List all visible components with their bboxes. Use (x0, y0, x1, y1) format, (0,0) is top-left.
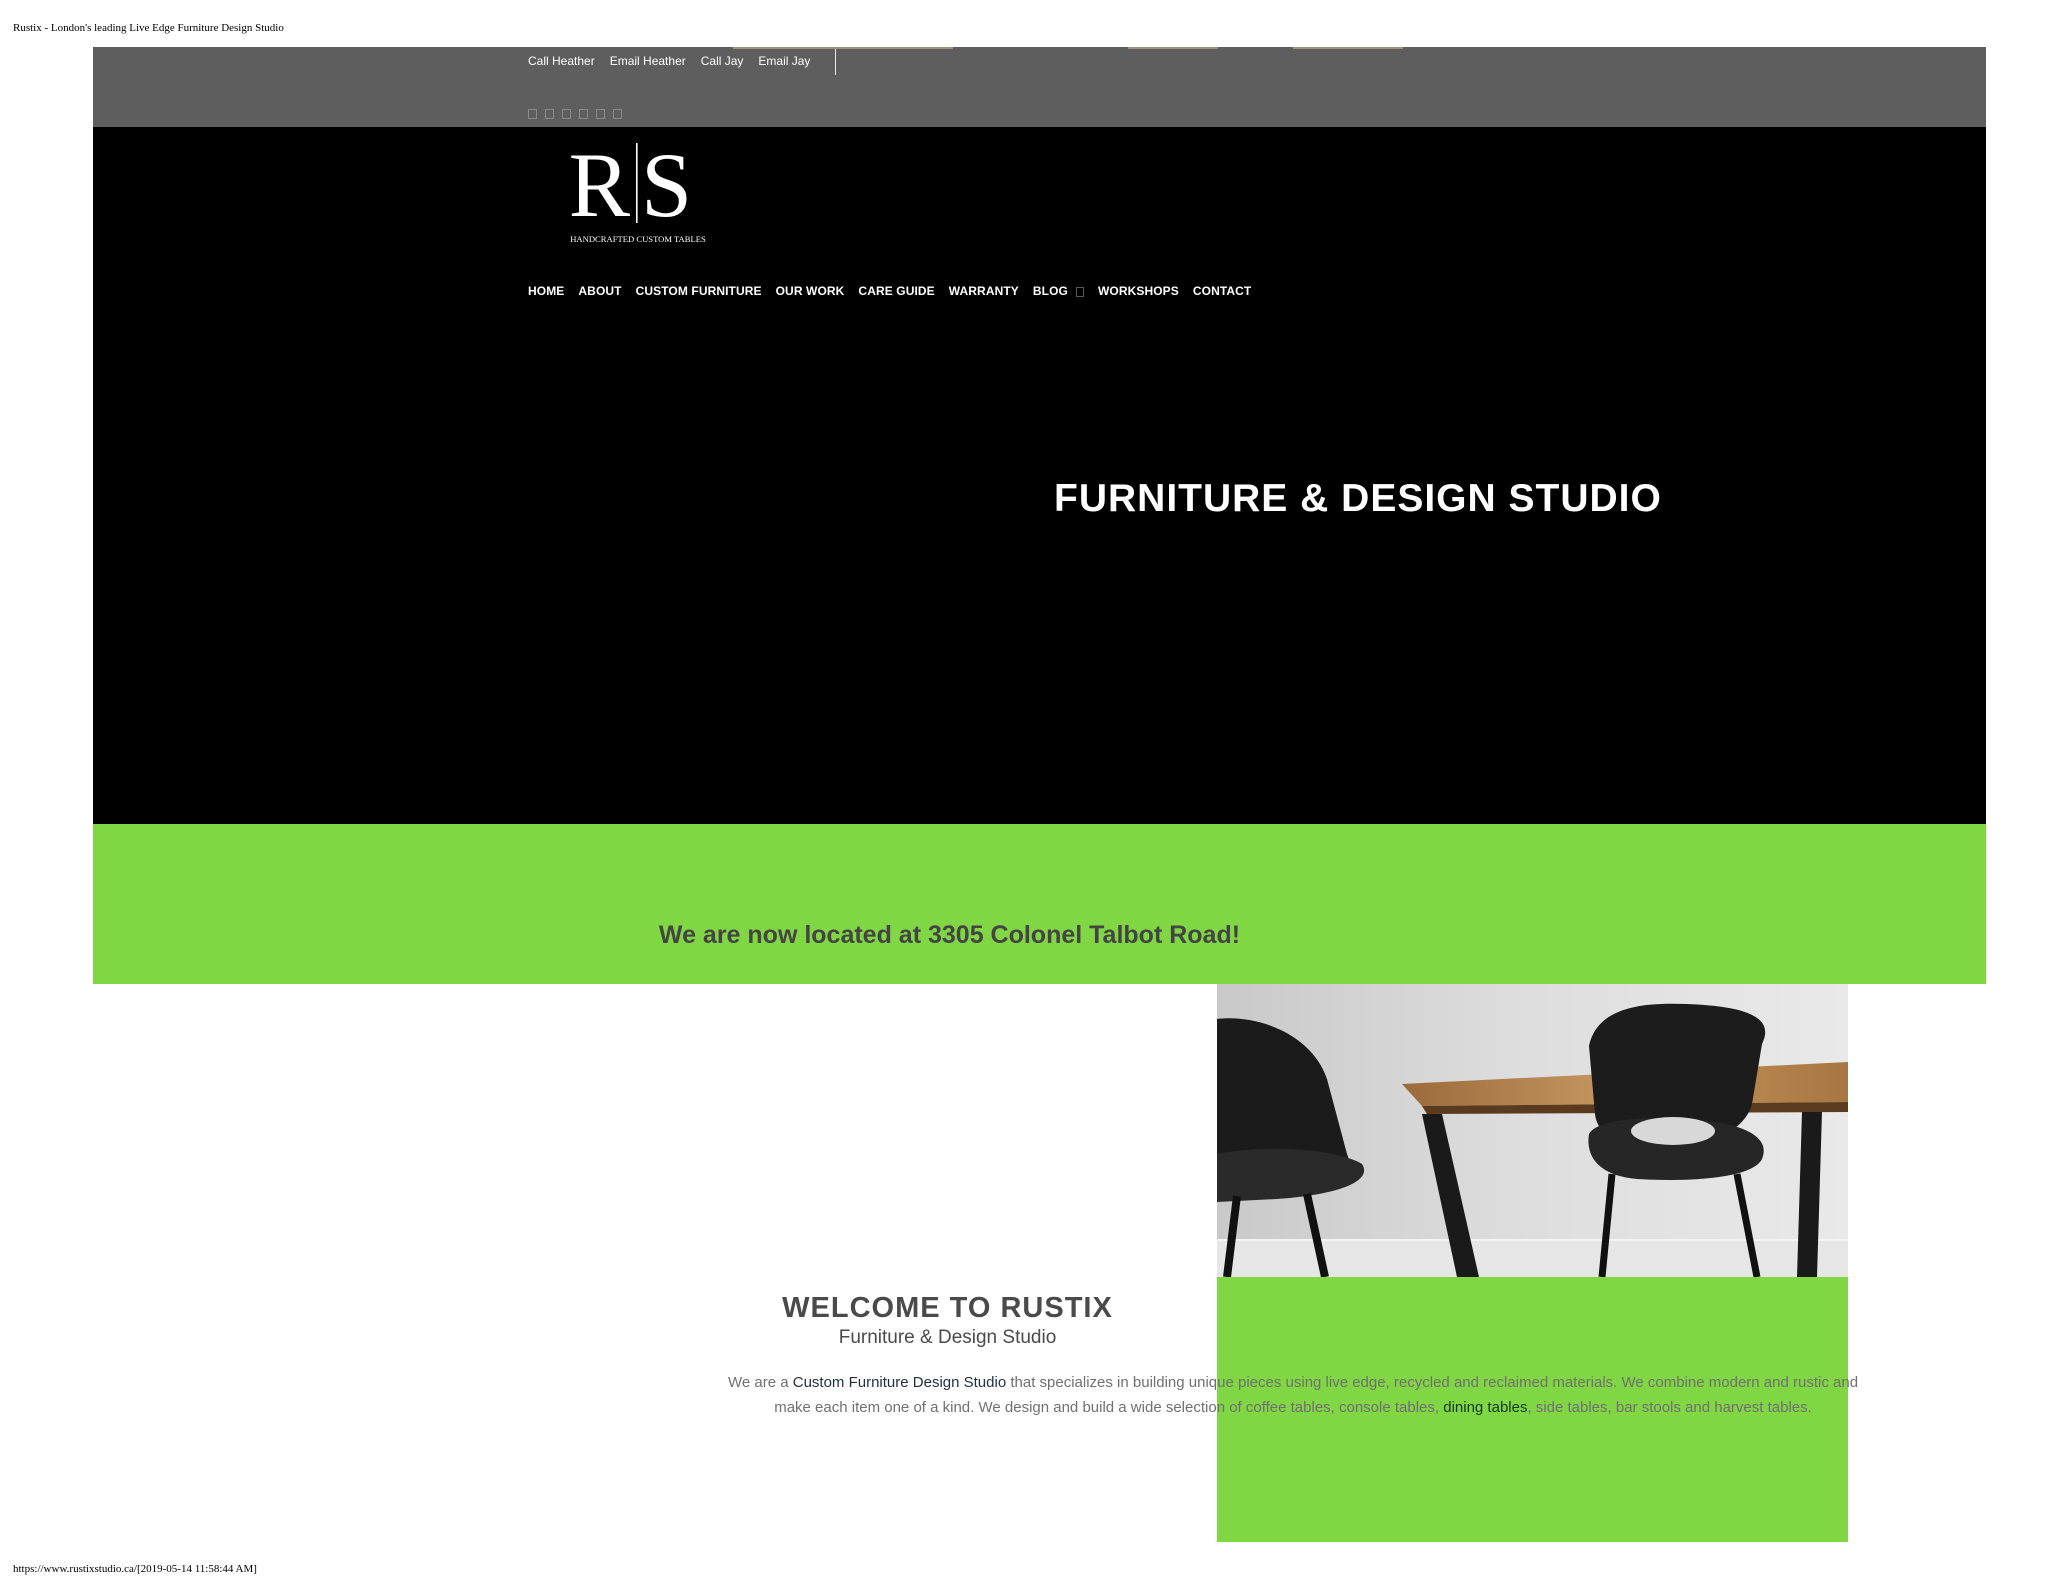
welcome-subtitle: Furniture & Design Studio (838, 1327, 1057, 1348)
nav-blog[interactable]: BLOG (1033, 284, 1068, 298)
social-icon[interactable] (579, 109, 588, 119)
top-bar: Call Heather Email Heather Call Jay Emai… (93, 47, 1986, 127)
logo-tagline: HANDCRAFTED CUSTOM TABLES (570, 234, 706, 244)
nav-our-work[interactable]: OUR WORK (776, 284, 845, 298)
nav-warranty[interactable]: WARRANTY (949, 284, 1019, 298)
location-announcement: We are now located at 3305 Colonel Talbo… (658, 921, 1241, 949)
rustix-logo[interactable]: R S HANDCRAFTED CUSTOM TABLES (548, 131, 728, 251)
contact-links: Call Heather Email Heather Call Jay Emai… (528, 54, 810, 68)
dining-tables-link[interactable]: dining tables (1443, 1399, 1527, 1416)
social-icon[interactable] (596, 109, 605, 119)
custom-furniture-link[interactable]: Custom Furniture Design Studio (793, 1374, 1006, 1391)
welcome-title: WELCOME TO RUSTIX (782, 1292, 1113, 1324)
document-footer: https://www.rustixstudio.ca/[2019-05-14 … (13, 1563, 257, 1575)
social-icon[interactable] (528, 109, 537, 119)
intro-paragraph: We are a Custom Furniture Design Studio … (713, 1370, 1873, 1420)
nav-custom-furniture[interactable]: CUSTOM FURNITURE (636, 284, 762, 298)
nav-contact[interactable]: CONTACT (1193, 284, 1251, 298)
social-icon[interactable] (613, 109, 622, 119)
email-jay-link[interactable]: Email Jay (758, 54, 810, 68)
nav-about[interactable]: ABOUT (578, 284, 621, 298)
lamp-edge (733, 47, 953, 49)
intro-text: , side tables, bar stools and harvest ta… (1527, 1399, 1812, 1416)
welcome-section: WELCOME TO RUSTIX Furniture & Design Stu… (93, 1292, 1986, 1349)
nav-home[interactable]: HOME (528, 284, 564, 298)
svg-text:S: S (641, 134, 692, 236)
nav-workshops[interactable]: WORKSHOPS (1098, 284, 1179, 298)
main-navigation: HOME ABOUT CUSTOM FURNITURE OUR WORK CAR… (528, 284, 1251, 298)
hero-title: FURNITURE & DESIGN STUDIO (1054, 477, 1662, 520)
divider (835, 49, 836, 75)
social-icons (528, 109, 622, 119)
social-icon[interactable] (545, 109, 554, 119)
chevron-down-icon[interactable] (1075, 287, 1084, 297)
nav-care-guide[interactable]: CARE GUIDE (858, 284, 934, 298)
call-heather-link[interactable]: Call Heather (528, 54, 595, 68)
location-banner: We are now located at 3305 Colonel Talbo… (93, 824, 1986, 984)
lamp-edge (1128, 47, 1218, 49)
intro-text: We are a (727, 1374, 793, 1391)
call-jay-link[interactable]: Call Jay (701, 54, 744, 68)
dining-table-photo (1217, 984, 1848, 1277)
lamp-edge (1293, 47, 1403, 49)
document-title: Rustix - London's leading Live Edge Furn… (13, 22, 284, 34)
email-heather-link[interactable]: Email Heather (610, 54, 686, 68)
svg-text:R: R (569, 134, 631, 236)
social-icon[interactable] (562, 109, 571, 119)
hero-section: R S HANDCRAFTED CUSTOM TABLES HOME ABOUT… (93, 127, 1986, 824)
